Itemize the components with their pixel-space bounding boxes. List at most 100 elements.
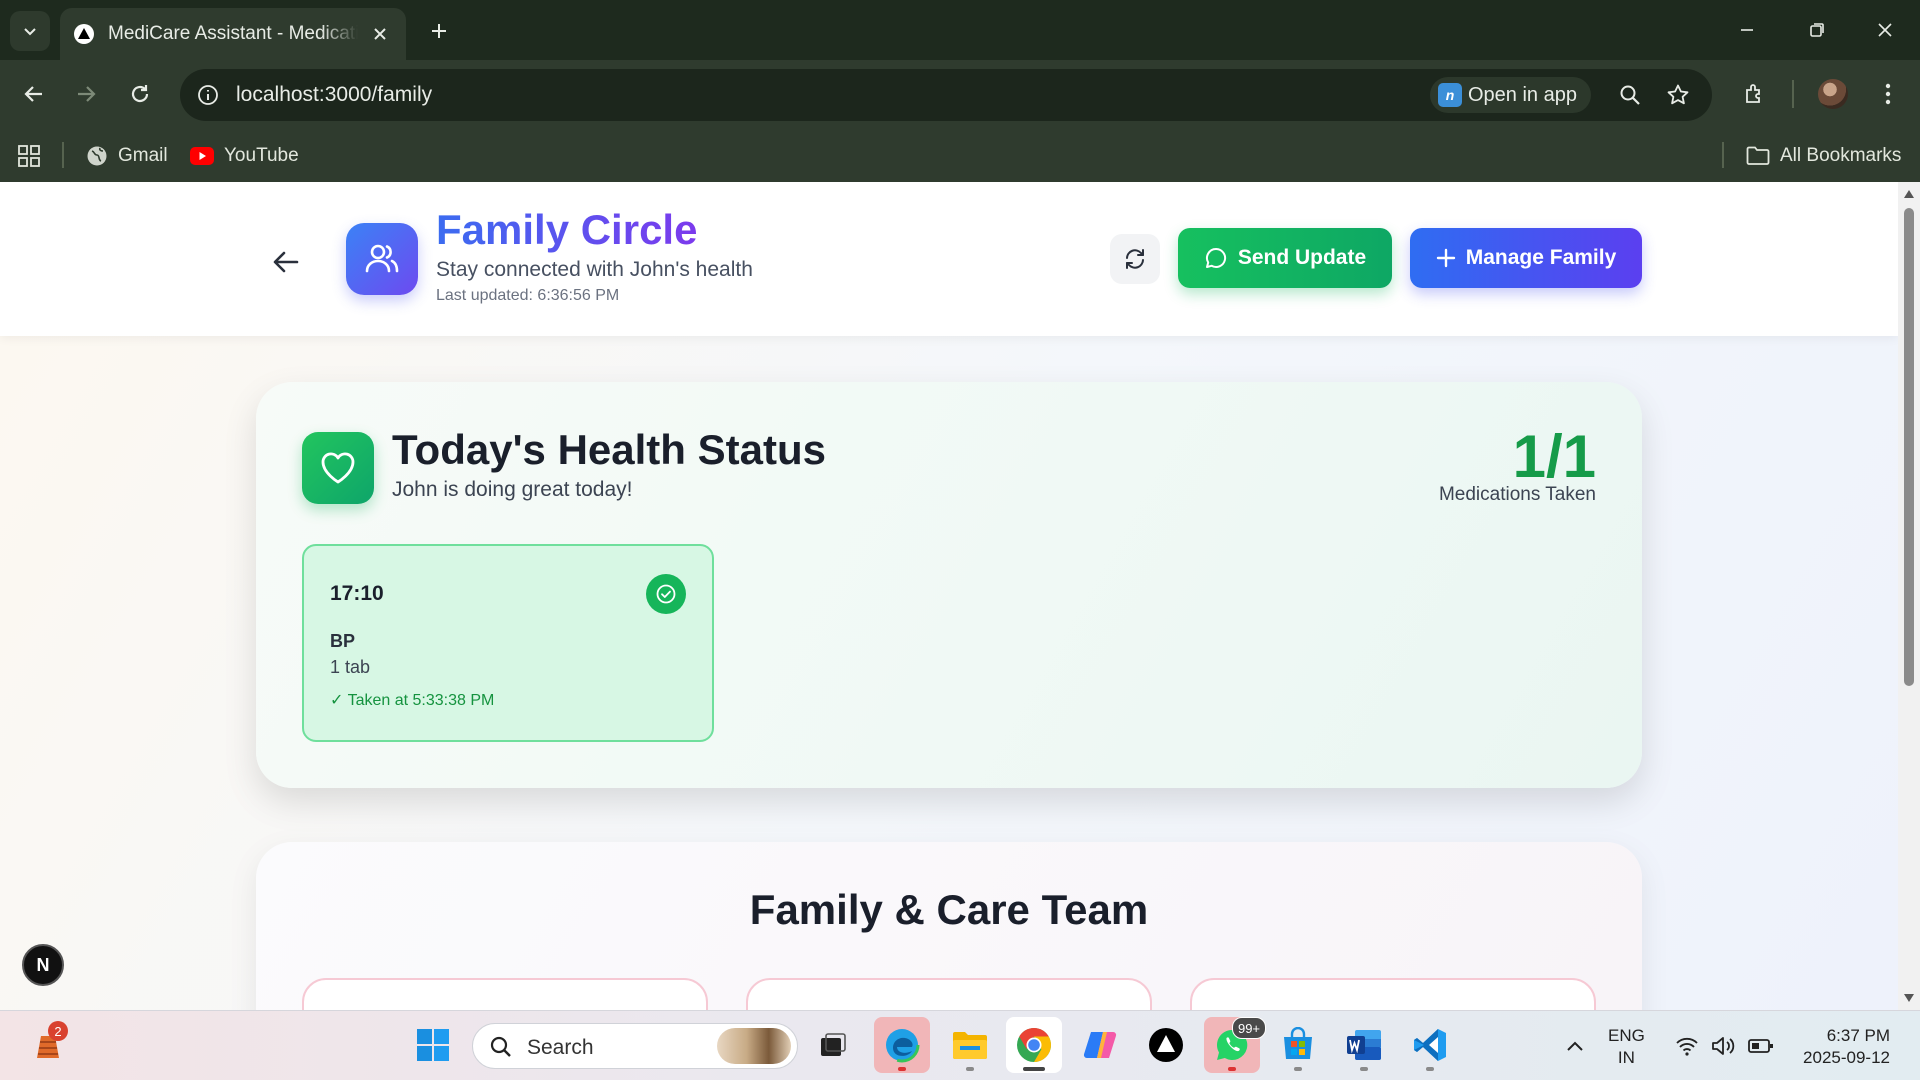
taskbar-chrome[interactable] [1006, 1017, 1062, 1073]
health-status-subtitle: John is doing great today! [392, 478, 633, 501]
app-running-indicator [1228, 1067, 1236, 1071]
folder-icon [1746, 146, 1770, 166]
tray-overflow-icon[interactable] [1562, 1033, 1588, 1059]
close-window-button[interactable] [1862, 10, 1908, 50]
profile-avatar[interactable] [1818, 79, 1848, 109]
taskbar-word[interactable] [1336, 1017, 1392, 1073]
medication-taken-status: ✓ Taken at 5:33:38 PM [330, 692, 495, 709]
zoom-icon[interactable] [1614, 79, 1646, 111]
care-team-title: Family & Care Team [749, 886, 1149, 933]
bookmark-youtube[interactable]: YouTube [190, 142, 299, 170]
triangle-app-icon [1149, 1028, 1183, 1062]
all-bookmarks-label: All Bookmarks [1780, 145, 1902, 166]
wifi-icon[interactable] [1674, 1033, 1700, 1059]
plus-icon [1436, 248, 1456, 268]
medication-name: BP [330, 631, 356, 651]
team-member-card[interactable] [302, 978, 708, 1010]
browser-toolbar: localhost:3000/family n Open in app [0, 60, 1920, 128]
scroll-up-icon[interactable] [1903, 188, 1915, 200]
bookmark-gmail[interactable]: Gmail [86, 142, 168, 170]
taskbar-file-explorer[interactable] [942, 1017, 998, 1073]
manage-family-label: Manage Family [1465, 246, 1617, 269]
scroll-down-icon[interactable] [1903, 992, 1915, 1004]
team-member-card[interactable] [746, 978, 1152, 1010]
app-logo-icon: n [1438, 83, 1462, 107]
volume-icon[interactable] [1710, 1033, 1736, 1059]
copilot-icon [1083, 1031, 1117, 1059]
back-button[interactable] [266, 242, 306, 282]
youtube-icon [190, 147, 214, 165]
taskbar-app-triangle[interactable] [1138, 1017, 1194, 1073]
forward-nav-button[interactable] [66, 74, 106, 114]
chevron-down-icon [24, 28, 36, 36]
medication-time: 17:10 [330, 582, 384, 605]
clock-date: 2025-09-12 [1803, 1048, 1890, 1067]
refresh-button[interactable] [1110, 234, 1160, 284]
search-icon [489, 1035, 513, 1064]
battery-icon[interactable] [1748, 1033, 1774, 1059]
arrow-right-icon [78, 86, 96, 102]
new-tab-button[interactable] [422, 14, 456, 48]
last-updated-text: Last updated: 6:36:56 PM [436, 287, 620, 304]
app-header: Family Circle Stay connected with John's… [0, 182, 1898, 336]
restore-button[interactable] [1794, 10, 1840, 50]
browser-tab[interactable]: MediCare Assistant - Medication [60, 8, 406, 60]
send-update-button[interactable]: Send Update [1178, 228, 1392, 288]
taskbar-whatsapp[interactable]: 99+ [1204, 1017, 1266, 1073]
bookmark-star-icon[interactable] [1662, 79, 1694, 111]
health-status-title: Today's Health Status [392, 426, 826, 473]
close-icon [1878, 23, 1892, 37]
more-menu-icon[interactable] [1868, 74, 1908, 114]
task-view-button[interactable] [805, 1017, 861, 1073]
page-subtitle: Stay connected with John's health [436, 258, 753, 281]
language-indicator[interactable]: ENG IN [1608, 1025, 1645, 1069]
app-running-indicator [1023, 1067, 1045, 1071]
task-view-icon [821, 1033, 846, 1056]
taskbar-store[interactable] [1270, 1017, 1326, 1073]
users-icon [346, 223, 418, 295]
health-status-card: Today's Health Status John is doing grea… [256, 382, 1642, 788]
dev-tools-badge[interactable]: N [22, 944, 64, 986]
all-bookmarks-button[interactable]: All Bookmarks [1746, 142, 1901, 170]
taskbar-vscode[interactable] [1402, 1017, 1458, 1073]
page-scrollbar[interactable] [1898, 182, 1920, 1010]
os-taskbar: 2 Search 99+ ENG IN 6:37 PM 2025-09-12 [0, 1010, 1920, 1080]
medications-count-label: Medications Taken [1438, 484, 1596, 505]
minimize-button[interactable] [1724, 10, 1770, 50]
care-team-card: Family & Care Team [256, 842, 1642, 1010]
app-running-indicator [1360, 1067, 1368, 1071]
reload-button[interactable] [120, 74, 160, 114]
widgets-button[interactable]: 2 [20, 1017, 76, 1073]
medication-card[interactable]: 17:10 BP 1 tab ✓ Taken at 5:33:38 PM [302, 544, 714, 742]
tab-list-button[interactable] [10, 11, 50, 51]
taskbar-copilot[interactable] [1072, 1017, 1128, 1073]
app-running-indicator [898, 1067, 906, 1071]
scroll-thumb[interactable] [1904, 208, 1914, 686]
back-nav-button[interactable] [14, 74, 54, 114]
chat-bubble-icon [1204, 246, 1228, 270]
extensions-icon[interactable] [1734, 74, 1774, 114]
start-button[interactable] [405, 1017, 461, 1073]
open-in-app-button[interactable]: n Open in app [1430, 77, 1591, 113]
browser-titlebar: MediCare Assistant - Medication [0, 0, 1920, 60]
site-info-icon[interactable] [194, 81, 222, 109]
app-favicon-icon [74, 24, 94, 44]
manage-family-button[interactable]: Manage Family [1410, 228, 1642, 288]
taskbar-search[interactable]: Search [472, 1023, 798, 1069]
apps-grid-icon[interactable] [18, 142, 40, 170]
check-circle-icon [646, 574, 686, 614]
heart-icon [302, 432, 374, 504]
system-clock[interactable]: 6:37 PM 2025-09-12 [1790, 1025, 1890, 1069]
bookmarks-divider [62, 142, 64, 168]
taskbar-edge[interactable] [874, 1017, 930, 1073]
bookmarks-bar: Gmail YouTube All Bookmarks [0, 128, 1920, 182]
tab-close-icon[interactable] [368, 22, 392, 46]
whatsapp-badge: 99+ [1232, 1017, 1266, 1039]
team-member-card[interactable] [1190, 978, 1596, 1010]
app-running-indicator [1426, 1067, 1434, 1071]
arrow-left-icon [24, 86, 42, 102]
windows-icon [417, 1029, 449, 1061]
url-text[interactable]: localhost:3000/family [236, 83, 432, 107]
widgets-badge: 2 [48, 1021, 68, 1041]
address-bar[interactable]: localhost:3000/family n Open in app [180, 69, 1712, 121]
